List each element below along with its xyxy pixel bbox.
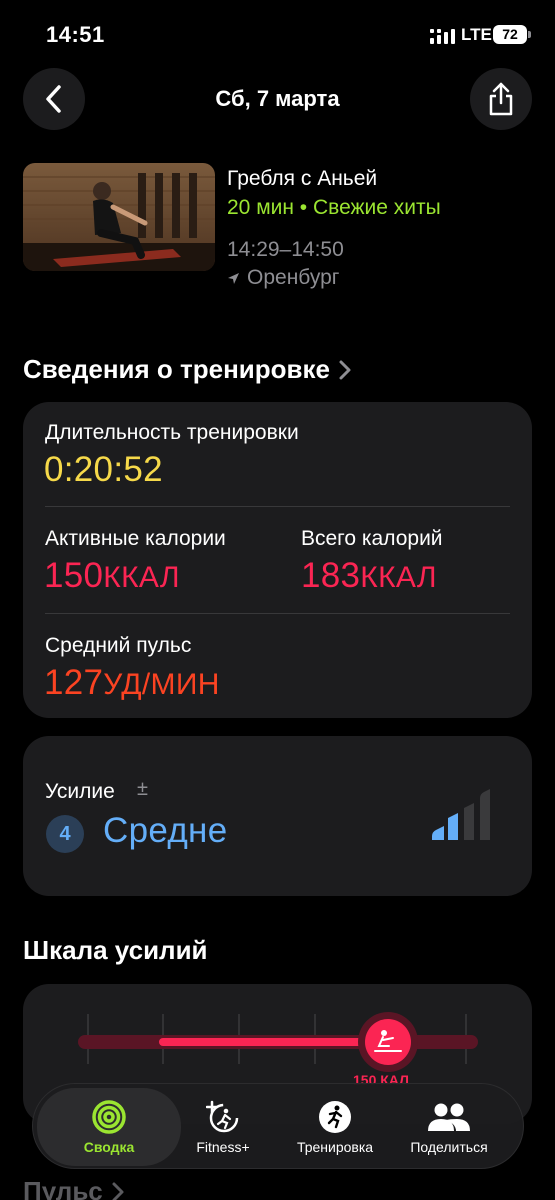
workout-details-card: Длительность тренировки 0:20:52 Активные… (23, 402, 532, 718)
tab-bar: Сводка Fitness+ Тренировка Поделиться (32, 1083, 524, 1169)
tab-share-label: Поделиться (410, 1138, 488, 1155)
signal-icon (430, 29, 455, 44)
share-icon (489, 82, 513, 116)
chevron-right-icon (112, 1182, 124, 1200)
workout-title: Гребля с Аньей (227, 167, 378, 190)
share-button[interactable] (470, 68, 532, 130)
workout-location: Оренбург (227, 266, 339, 290)
network-type: LTE (461, 25, 492, 44)
workout-thumbnail[interactable] (23, 163, 215, 271)
activity-rings-icon (92, 1099, 126, 1134)
duration-label: Длительность тренировки (45, 421, 299, 444)
workout-time-range: 14:29–14:50 (227, 238, 344, 261)
location-label: Оренбург (247, 266, 340, 289)
effort-scale-heading-label: Шкала усилий (23, 935, 208, 965)
effort-card[interactable]: Усилие ± 4 Средне (23, 736, 532, 896)
effort-scale-heading: Шкала усилий (23, 935, 208, 966)
chevron-right-icon (339, 360, 351, 379)
tab-workout[interactable]: Тренировка (275, 1084, 395, 1170)
rowing-instructor-image (23, 163, 215, 271)
people-icon (428, 1103, 470, 1131)
heart-rate-heading-label: Пульс (23, 1176, 103, 1200)
tab-share[interactable]: Поделиться (389, 1084, 509, 1170)
effort-bars-icon (432, 789, 490, 840)
workout-details-heading[interactable]: Сведения о тренировке (23, 354, 352, 385)
total-calories-unit: ККАЛ (360, 561, 437, 594)
fitness-plus-icon (206, 1100, 239, 1132)
effort-label: Усилие (45, 780, 115, 803)
avg-heart-rate-value: 127УД/МИН (44, 663, 220, 703)
active-calories-number: 150 (44, 556, 104, 595)
effort-level-text: Средне (103, 811, 228, 850)
status-time: 14:51 (46, 22, 105, 47)
heart-rate-heading[interactable]: Пульс (23, 1176, 125, 1200)
effort-level-badge: 4 (46, 815, 84, 853)
workout-subtitle: 20 мин • Свежие хиты (227, 196, 441, 219)
avg-heart-rate-number: 127 (44, 663, 104, 702)
running-figure-icon (319, 1100, 351, 1133)
tab-fitness-plus-label: Fitness+ (196, 1138, 250, 1155)
details-heading-label: Сведения о тренировке (23, 354, 331, 384)
duration-value: 0:20:52 (44, 450, 163, 489)
active-calories-label: Активные калории (45, 527, 226, 550)
total-calories-label: Всего калорий (301, 527, 443, 550)
battery-icon: 72 (493, 25, 527, 44)
tab-summary-label: Сводка (83, 1138, 135, 1155)
tab-fitness-plus[interactable]: Fitness+ (163, 1084, 283, 1170)
divider (45, 613, 510, 614)
status-bar: 14:51 LTE 72 (0, 0, 555, 60)
tab-summary[interactable]: Сводка (37, 1088, 181, 1166)
tab-workout-label: Тренировка (296, 1138, 374, 1155)
avg-heart-rate-label: Средний пульс (45, 634, 192, 657)
total-calories-value: 183ККАЛ (301, 556, 437, 596)
avg-heart-rate-unit: УД/МИН (103, 668, 220, 701)
divider (45, 506, 510, 507)
total-calories-number: 183 (301, 556, 361, 595)
battery-tip (528, 31, 531, 38)
active-calories-value: 150ККАЛ (44, 556, 180, 596)
active-calories-unit: ККАЛ (103, 561, 180, 594)
effort-adjust-icon[interactable]: ± (137, 778, 148, 801)
location-arrow-icon (228, 272, 239, 284)
